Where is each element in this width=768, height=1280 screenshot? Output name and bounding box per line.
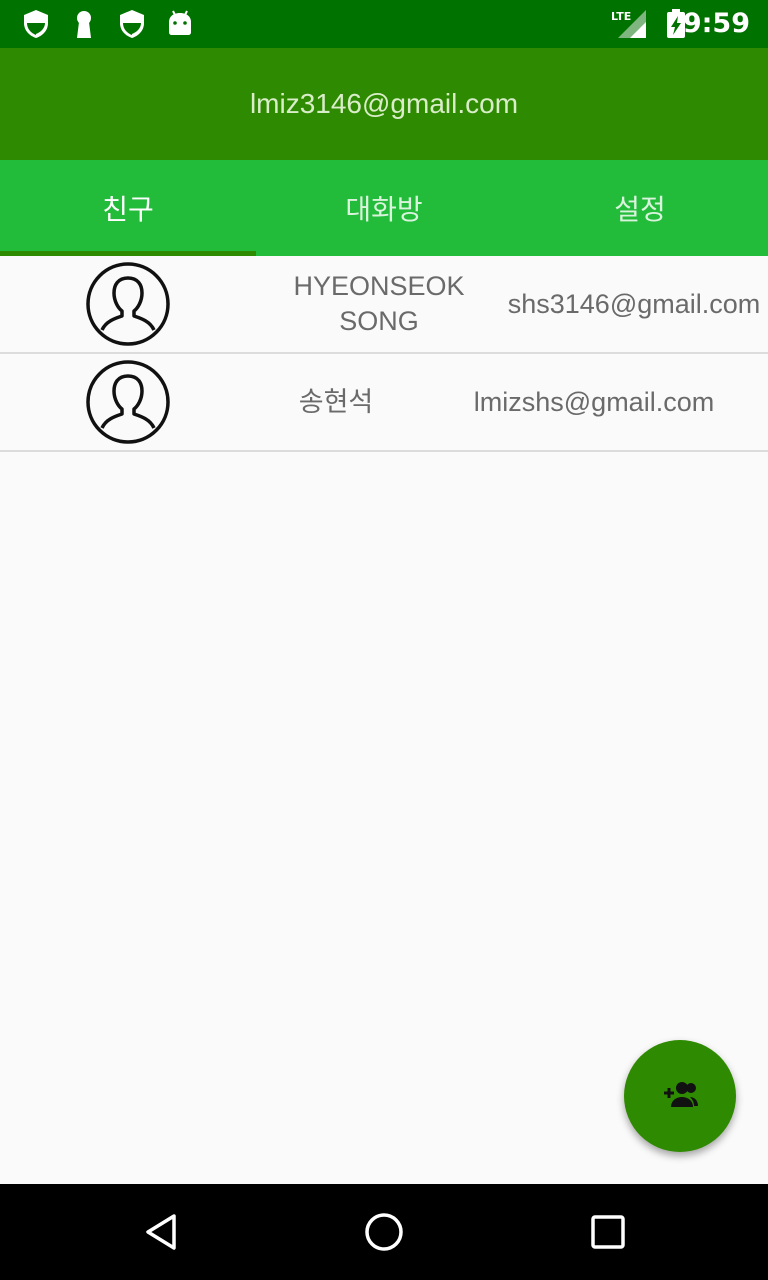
back-icon[interactable]: [138, 1210, 182, 1254]
friend-email: shs3146@gmail.com: [507, 288, 761, 319]
add-friend-icon: [660, 1076, 700, 1116]
tab-settings[interactable]: 설정: [512, 160, 768, 256]
app-bar: lmiz3146@gmail.com: [0, 48, 768, 160]
user-avatar-icon: [86, 262, 170, 346]
shield-icon: [116, 8, 148, 40]
keyhole-icon: [68, 8, 100, 40]
friend-list: HYEONSEOK SONG shs3146@gmail.com 송현석 lmi…: [0, 256, 768, 452]
tab-label: 친구: [102, 193, 154, 226]
tab-label: 대화방: [345, 193, 423, 226]
home-icon[interactable]: [362, 1210, 406, 1254]
user-avatar-icon: [86, 360, 170, 444]
signal-icon: LTE: [610, 8, 650, 40]
svg-text:LTE: LTE: [611, 10, 631, 23]
app-bar-title: lmiz3146@gmail.com: [249, 88, 519, 119]
tab-chatrooms[interactable]: 대화방: [256, 160, 512, 256]
list-item[interactable]: 송현석 lmizshs@gmail.com: [0, 354, 768, 452]
add-friend-button[interactable]: [624, 1040, 736, 1152]
recents-icon[interactable]: [586, 1210, 630, 1254]
android-icon: [164, 8, 196, 40]
shield-icon: [20, 8, 52, 40]
list-item[interactable]: HYEONSEOK SONG shs3146@gmail.com: [0, 256, 768, 354]
friend-name: HYEONSEOK SONG: [293, 271, 465, 336]
tab-friends[interactable]: 친구: [0, 160, 256, 256]
status-bar: LTE 9:59: [0, 0, 768, 48]
tab-bar: 친구 대화방 설정: [0, 160, 768, 256]
friend-name: 송현석: [298, 386, 374, 417]
friend-email: lmizshs@gmail.com: [473, 386, 715, 417]
clock: 9:59: [682, 8, 750, 39]
tab-label: 설정: [614, 193, 666, 226]
system-nav-bar: [0, 1184, 768, 1280]
